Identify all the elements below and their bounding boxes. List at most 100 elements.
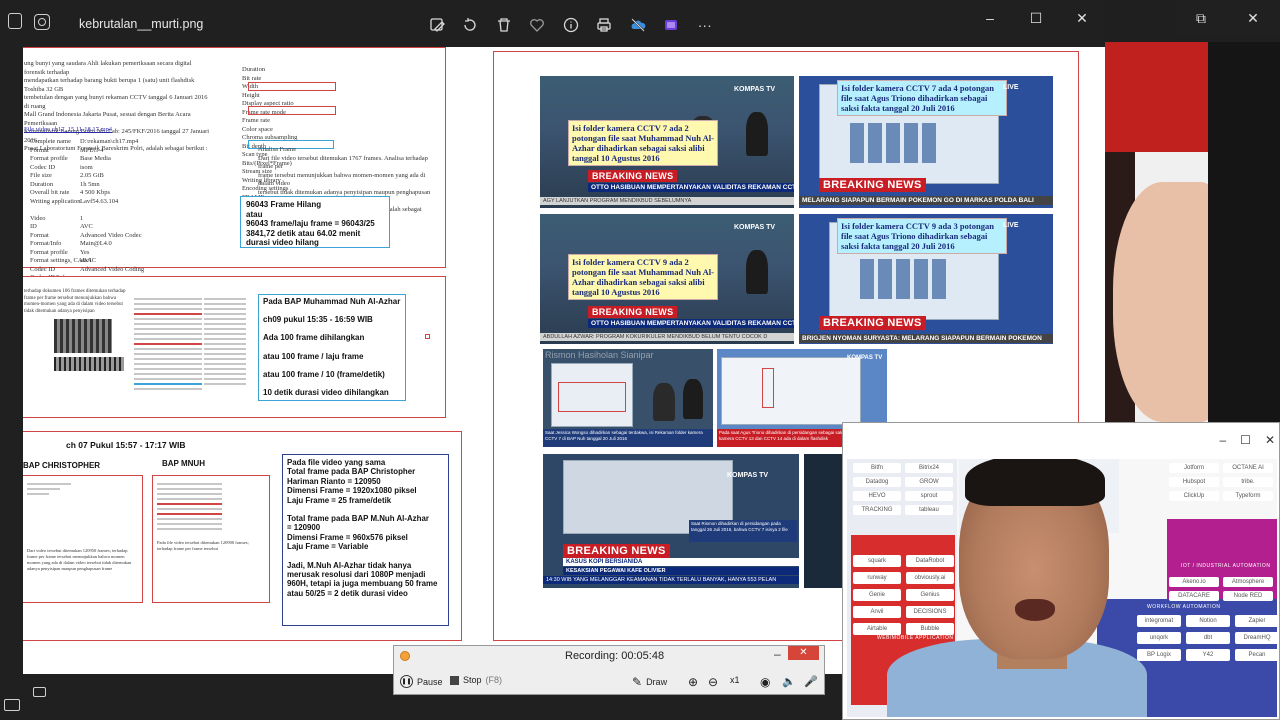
person-figure [653,383,675,421]
logo-tile: dbt [1186,632,1230,644]
highlight-frame-rate [248,106,336,115]
background-restore-button[interactable]: ⧉ [1175,0,1227,36]
clipchamp-icon[interactable] [655,14,689,36]
webcam-toggle[interactable]: ◉ [760,675,770,689]
news-subticker: 14:30 WIB YANG MELANGGAR KEAMANAN TIDAK … [543,576,799,584]
recorder-minimize-button[interactable]: – [774,647,781,661]
breaking-news-banner: BREAKING NEWS [588,170,678,182]
summary-line: Laju Frame = 25 frame/detik [287,495,392,505]
logo-grid-left: Bitfn Bitrix24 Datadog GROW HEVO sprout … [853,463,953,515]
zoom-out-button[interactable]: ⊖ [708,675,718,689]
logo-tile: HEVO [853,491,901,501]
kompas-logo: KOMPAS TV [734,86,776,93]
frame-list-table [204,295,246,388]
stop-label: Stop [463,675,482,685]
microphone-toggle[interactable]: 🎤 [804,675,818,688]
logo-tile: obviously.ai [906,572,954,584]
kompas-logo: KOMPAS TV [727,472,769,479]
webcam-icon: ◉ [760,675,771,689]
more-icon[interactable]: ··· [688,14,722,36]
logo-grid-blue: integromat Notion Zapier unqork dbt Drea… [1137,615,1277,661]
news-caption: Isi folder kamera CCTV 9 ada 3 potongan … [837,218,1007,254]
summary-line: Total frame pada BAP M.Nuh Al-Azhar [287,514,429,524]
category-label: WORKFLOW AUTOMATION [1147,604,1221,610]
stop-shortcut: (F8) [485,675,503,685]
file-label: File video ch17_15.11-18.17.mp4 [24,126,113,133]
summary-line: Pada file video yang sama [287,458,386,467]
logo-grid-right: Jotform OCTANE AI Hubspot tribe. ClickUp… [1169,463,1273,501]
zoom-in-button[interactable]: ⊕ [688,675,698,689]
breaking-news-banner: BREAKING NEWS [588,306,678,318]
edit-image-icon[interactable] [420,14,454,36]
stop-button[interactable]: Stop (F8) [450,675,502,685]
logo-tile: tribe. [1223,477,1273,487]
news-caption: Isi folder kamera CCTV 9 ada 2 potongan … [568,254,718,300]
logo-tile: Node RED [1223,591,1273,601]
webcam-minimize-button[interactable]: – [1219,433,1226,447]
logo-tile: Bubble [906,623,954,635]
draw-button[interactable]: ✎ Draw [632,675,667,689]
summary-line: Hariman Rianto = 120950 [287,476,381,486]
photos-app-icon [34,14,50,30]
speaker-muted-icon: 🔈 [782,676,796,688]
logo-tile: ClickUp [1169,491,1219,501]
minimize-button[interactable]: – [967,0,1013,36]
bap-christopher-doc: Dari video tersebut ditemukan 120950 fra… [23,475,143,603]
recorder-header: Recording: 00:05:48 – ✕ [394,646,824,666]
logo-tile: GROW [905,477,953,487]
ch07-heading: ch 07 Pukul 15:57 - 17:17 WIB [66,440,186,450]
window-edge-icon [8,13,22,29]
recording-status: Recording: 00:05:48 [565,650,664,662]
pause-button[interactable]: ❚❚ Pause [400,675,443,688]
news-ticker: BRIGJEN NYOMAN SURYASTA: MELARANG SIAPAP… [799,334,1053,343]
live-label: LIVE [1003,222,1019,229]
recorder-close-button[interactable]: ✕ [788,646,819,660]
doc-thumbnail-1: terhadap dokumen 106 frames ditemukan te… [24,289,128,371]
microphone-icon: 🎤 [804,676,818,688]
news-screenshot: KOMPAS TV Saat Rismon dihadirkan di pers… [543,454,799,588]
recorder-controls: ❚❚ Pause Stop (F8) ✎ Draw ⊕ ⊖ x1 ◉ 🔈 🎤 [394,668,824,695]
news-caption: Isi folder kamera CCTV 7 ada 4 potongan … [837,80,1007,116]
presenter-mouth [1015,599,1055,621]
webcam-maximize-button[interactable]: ☐ [1240,433,1251,447]
cctv-frame-thumbnail [54,357,124,371]
logo-tile: Anvil [853,606,901,618]
logo-tile: BP Logix [1137,649,1181,661]
frame-box-line: durasi video hilang [246,238,319,247]
news-subticker: AGY LANJUTKAN PROGRAM MENDIKBUD SEBELUMN… [540,197,794,205]
favorite-icon[interactable] [521,14,555,36]
bap-box-line: ch09 pukul 15:35 - 16:59 WIB [263,315,373,325]
onedrive-icon[interactable] [621,14,655,36]
background-close-button[interactable]: ✕ [1227,0,1279,36]
file-name: kebrutalan__murti.png [79,17,204,31]
rotate-icon[interactable] [454,14,488,36]
pencil-icon: ✎ [632,675,643,689]
bap-box-line: 10 detik durasi video dihilangkan [263,388,389,398]
filmstrip-icon[interactable] [33,687,46,697]
news-ticker: MELARANG SIAPAPUN BERMAIN POKEMON GO DI … [799,196,1053,205]
delete-icon[interactable] [487,14,521,36]
recorder-logo-icon [400,651,410,661]
webcam-window: – ☐ ✕ IOT / INDUSTRIAL AUTOMATION WORKFL… [842,422,1280,720]
maximize-button[interactable]: ☐ [1013,0,1059,36]
speaker-toggle[interactable]: 🔈 [782,675,796,688]
video-thumbnail-woman [1105,42,1208,422]
zoom-level: x1 [730,675,740,685]
webcam-close-button[interactable]: ✕ [1265,433,1275,447]
webcam-video-feed: IOT / INDUSTRIAL AUTOMATION WORKFLOW AUT… [847,459,1277,717]
summary-line: atau 50/25 = 2 detik durasi video [287,588,408,598]
summary-line: Jadi, M.Nuh Al-Azhar tidak hanya [287,560,412,570]
recording-label: Recording: [565,650,619,662]
kompas-logo: KOMPAS TV [847,355,883,361]
taskbar-icon[interactable] [4,699,20,711]
recording-time: 00:05:48 [621,650,665,662]
category-label: WEB/MOBILE APPLICATION [877,635,954,641]
presenter-hair [965,459,1105,506]
close-button[interactable]: ✕ [1059,0,1105,36]
logo-tile: unqork [1137,632,1181,644]
info-icon[interactable] [554,14,588,36]
print-icon[interactable] [588,14,622,36]
news-screenshot: Rismon Hasiholan Sianipar Saat Jessica W… [543,349,713,447]
zoom-out-icon: ⊖ [708,675,719,689]
marker [425,334,430,339]
